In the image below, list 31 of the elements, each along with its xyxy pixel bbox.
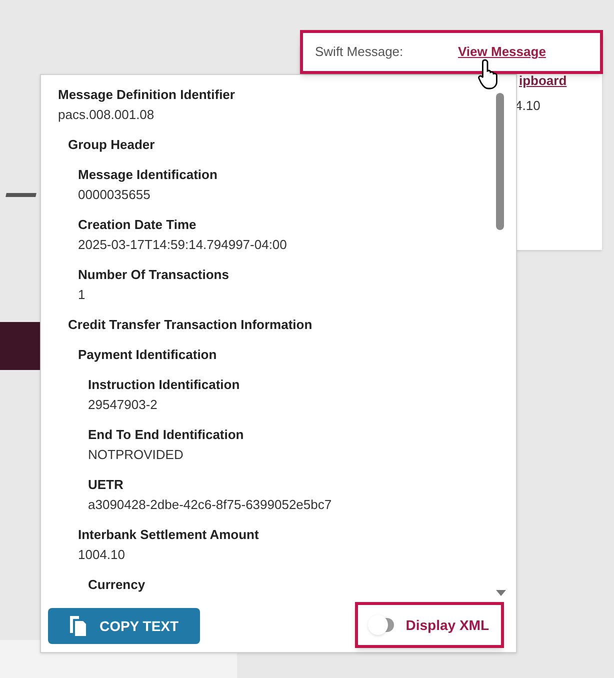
copy-icon — [69, 615, 88, 637]
scroll-down-icon[interactable] — [496, 590, 506, 596]
field-label: Interbank Settlement Amount — [78, 526, 260, 544]
scrollbar-thumb[interactable] — [496, 93, 504, 230]
field-label: Payment Identification — [78, 346, 218, 364]
field-value: 1 — [78, 286, 86, 304]
field-label: Message Identification — [78, 166, 218, 184]
field-value: 0000035655 — [78, 186, 152, 204]
copy-text-button[interactable]: COPY TEXT — [48, 608, 200, 644]
field-label: Group Header — [68, 136, 156, 154]
amount-text: 4.10 — [515, 97, 540, 115]
field-label: End To End Identification — [88, 426, 245, 444]
field-value: NOTPROVIDED — [88, 446, 184, 464]
dash-mark — [6, 193, 36, 197]
display-xml-label: Display XML — [406, 616, 489, 635]
field-label: Instruction Identification — [88, 376, 241, 394]
field-value: 2025-03-17T14:59:14.794997-04:00 — [78, 236, 288, 254]
swift-message-label: Swift Message: — [315, 43, 404, 62]
field-value: a3090428-2dbe-42c6-8f75-6399052e5bc7 — [88, 496, 333, 514]
field-label: Message Definition Identifier — [58, 86, 236, 104]
field-label: Number Of Transactions — [78, 266, 230, 284]
field-value: 29547903-2 — [88, 396, 158, 414]
view-message-link[interactable]: View Message — [458, 42, 546, 62]
field-label: Currency — [88, 576, 146, 594]
field-label: UETR — [88, 476, 124, 494]
field-value: pacs.008.001.08 — [58, 106, 156, 124]
banner-strip — [0, 322, 40, 370]
field-label: Creation Date Time — [78, 216, 198, 234]
clipboard-link[interactable]: ipboard — [519, 71, 567, 90]
field-value: 1004.10 — [78, 546, 126, 564]
field-label: Credit Transfer Transaction Information — [68, 316, 314, 334]
